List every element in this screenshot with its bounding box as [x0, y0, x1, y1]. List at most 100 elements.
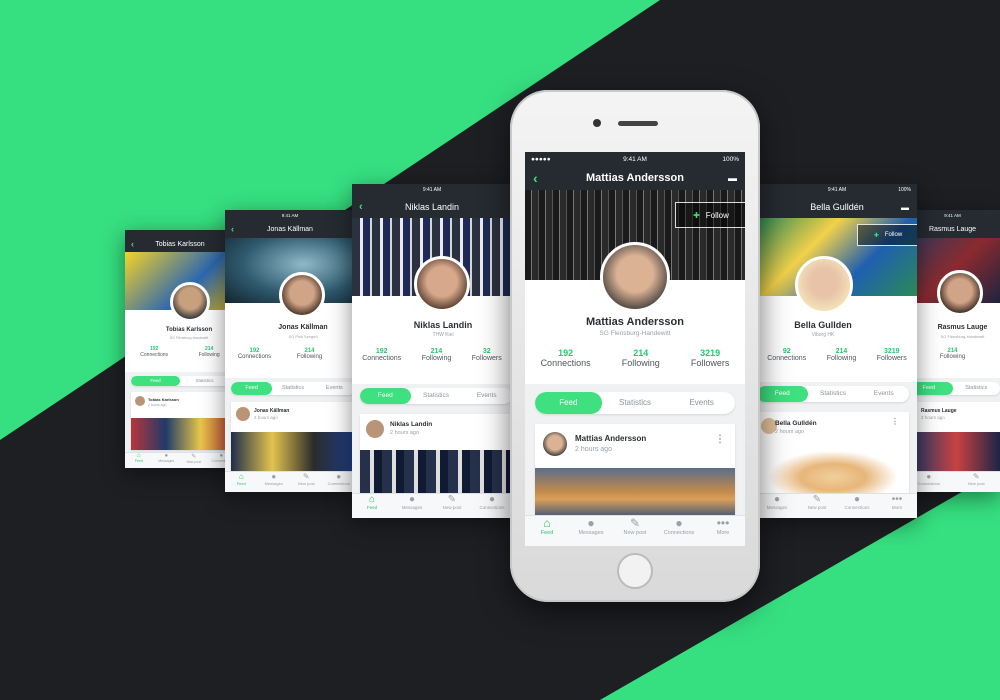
nav-connections[interactable]: ● Connections	[472, 494, 512, 518]
avatar	[600, 242, 670, 312]
back-icon[interactable]: ‹	[131, 239, 134, 249]
bottom-nav: ⌂ Feed ● Messages ✎ New post ● Connections	[352, 493, 512, 518]
nav-messages[interactable]: ● Messages	[392, 494, 432, 518]
nav-more[interactable]: ••• More	[701, 516, 745, 546]
tab-events[interactable]: Events	[668, 392, 735, 414]
bottom-nav: ⌂ Feed ● Messages ✎ New post ● Connections	[225, 471, 355, 492]
avatar	[795, 256, 853, 314]
nav-new-post[interactable]: ✎ New post	[290, 472, 323, 492]
followers-count: 3219	[883, 348, 900, 355]
post-author: Niklas Landin	[390, 421, 433, 428]
nav-connections[interactable]: ● Connections	[657, 516, 701, 546]
follow-button[interactable]: ✚ Follow	[675, 202, 745, 228]
profile-name: Rasmus Lauge	[937, 324, 988, 331]
pencil-icon: ✎	[972, 472, 980, 481]
tab-events[interactable]: Events	[314, 382, 355, 395]
post-avatar	[543, 432, 567, 456]
status-bar: 9:41 AM	[225, 210, 355, 220]
tab-bar: Feed Statistics Events	[757, 386, 909, 402]
tab-feed[interactable]: Feed	[131, 376, 180, 386]
tab-bar: Feed Statistics	[905, 382, 1000, 395]
nav-new-post[interactable]: ✎ New post	[432, 494, 472, 518]
profile-stats: 192 Connections 214 Following	[125, 346, 235, 358]
post-photo	[535, 468, 735, 520]
more-options-icon[interactable]: ⋮	[715, 434, 725, 445]
tab-feed[interactable]: Feed	[757, 386, 808, 402]
add-user-icon: ✚	[873, 232, 879, 239]
status-bar: 9:41 AM 100%	[757, 184, 917, 196]
nav-feed[interactable]: ⌂ Feed	[225, 472, 258, 492]
avatar	[170, 282, 210, 322]
post-photo	[360, 450, 512, 494]
tab-statistics[interactable]: Statistics	[411, 388, 462, 404]
nav-connections[interactable]: ● Connections	[837, 494, 877, 518]
nav-more[interactable]: ••• More	[877, 494, 917, 518]
nav-feed[interactable]: ⌂ Feed	[525, 516, 569, 546]
pencil-icon: ✎	[812, 494, 822, 505]
connections-label: Connections	[237, 354, 272, 360]
back-icon[interactable]: ‹	[533, 170, 538, 186]
battery-level: 100%	[722, 155, 739, 163]
status-time: 9:41 AM	[422, 187, 442, 193]
camera-icon	[593, 119, 601, 127]
post-photo	[757, 446, 909, 494]
tab-events[interactable]: Events	[461, 388, 512, 404]
follow-label: Follow	[884, 232, 903, 238]
profile-club: SG Flensburg-Handewitt	[940, 334, 985, 339]
profile-club: SG Flensburg-Handewitt	[599, 330, 671, 337]
avatar	[279, 272, 325, 318]
post-card: Bella Gulldén 2 hours ago ⋮	[757, 412, 909, 494]
following-count: 214	[633, 348, 649, 358]
post-author: Rasmus Lauge	[921, 408, 957, 414]
status-bar: 9:41 AM	[905, 210, 1000, 220]
connections-label: Connections	[362, 355, 402, 362]
tab-feed[interactable]: Feed	[360, 388, 411, 404]
nav-new-post[interactable]: ✎ New post	[613, 516, 657, 546]
profile-name: Tobias Karlsson	[165, 327, 213, 333]
nav-messages[interactable]: ● Messages	[153, 453, 181, 468]
bottom-nav: ● Connections ✎ New post	[905, 471, 1000, 492]
screen-niklas: 9:41 AM ‹ Niklas Landin Niklas Landin TH…	[352, 184, 512, 518]
nav-new-post[interactable]: ✎ New post	[180, 453, 208, 468]
tab-statistics[interactable]: Statistics	[272, 382, 313, 395]
avatar	[937, 270, 983, 316]
nav-new-post[interactable]: ✎ New post	[797, 494, 837, 518]
nav-messages[interactable]: ● Messages	[569, 516, 613, 546]
back-icon[interactable]: ‹	[231, 224, 234, 234]
header-bar: Bella Gulldén ▬	[757, 196, 917, 218]
tab-statistics[interactable]: Statistics	[808, 386, 859, 402]
nav-messages[interactable]: ● Messages	[757, 494, 797, 518]
followers-label: Followers	[876, 355, 907, 362]
nav-messages[interactable]: ● Messages	[258, 472, 291, 492]
screen-rasmus: 9:41 AM Rasmus Lauge Rasmus Lauge SG Fle…	[905, 210, 1000, 492]
status-time: 9:41 AM	[281, 212, 299, 218]
nav-connections[interactable]: ● Connections	[323, 472, 356, 492]
follow-button[interactable]: ✚ Follow	[857, 224, 917, 246]
page-title: Jonas Källman	[267, 225, 313, 233]
back-icon[interactable]: ‹	[359, 201, 363, 213]
status-bar: 9:41 AM	[352, 184, 512, 196]
header-bar: ‹ Mattias Andersson ▬	[525, 166, 745, 190]
page-title: Niklas Landin	[404, 202, 460, 212]
following-label: Following	[296, 354, 323, 360]
nav-new-post[interactable]: ✎ New post	[953, 472, 1000, 492]
tab-events[interactable]: Events	[858, 386, 909, 402]
tab-feed[interactable]: Feed	[231, 382, 273, 395]
nav-feed[interactable]: ⌂ Feed	[125, 453, 153, 468]
tab-statistics[interactable]: Statistics	[180, 376, 229, 386]
home-button[interactable]	[617, 553, 653, 589]
followers-count: 32	[482, 348, 491, 355]
tab-statistics[interactable]: Statistics	[602, 392, 669, 414]
profile-stats: 92 Connections 214 Following 3219 Followers	[757, 348, 917, 362]
profile-stats: 192 Connections 214 Following	[225, 348, 355, 360]
following-count: 214	[835, 348, 848, 355]
post-time: 2 hours ago	[254, 415, 278, 420]
more-options-icon[interactable]: ⋮	[891, 418, 899, 426]
tab-statistics[interactable]: Statistics	[953, 382, 1000, 395]
nav-feed[interactable]: ⌂ Feed	[352, 494, 392, 518]
chat-icon[interactable]: ▬	[901, 203, 909, 212]
connections-count: 192	[558, 348, 574, 358]
tab-feed[interactable]: Feed	[535, 392, 602, 414]
chat-icon[interactable]: ▬	[728, 173, 737, 183]
profile-club: SG Flensburg-Handewitt	[169, 336, 209, 340]
